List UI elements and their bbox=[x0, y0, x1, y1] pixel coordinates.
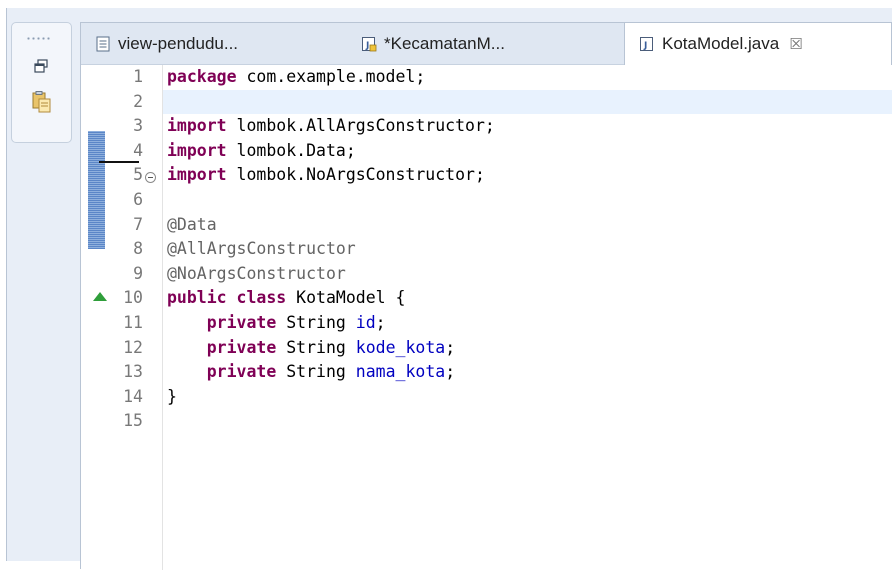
change-range-indicator bbox=[88, 131, 105, 249]
code-line[interactable]: import lombok.AllArgsConstructor; bbox=[163, 114, 892, 138]
line-number: 7 bbox=[133, 214, 143, 234]
drag-handle-icon[interactable] bbox=[26, 37, 52, 40]
code-line[interactable]: @AllArgsConstructor bbox=[163, 237, 892, 261]
code-token: lombok.AllArgsConstructor; bbox=[226, 116, 495, 136]
code-line[interactable]: private String nama_kota; bbox=[163, 360, 892, 384]
svg-text:J: J bbox=[365, 41, 369, 51]
line-number: 15 bbox=[123, 411, 143, 431]
code-token: lombok.Data; bbox=[226, 140, 356, 160]
keyword-token: public bbox=[167, 288, 227, 308]
code-line[interactable]: @Data bbox=[163, 213, 892, 237]
keyword-token: private bbox=[206, 313, 277, 332]
annotation-token: @NoArgsConstructor bbox=[167, 263, 346, 283]
code-line[interactable] bbox=[163, 89, 892, 114]
editor-ruler: 1 2 3 4 5 6 7 8 9 10 11 12 13 14 15 bbox=[81, 65, 163, 570]
code-line[interactable]: private String id; bbox=[163, 311, 892, 335]
field-token: id bbox=[355, 313, 376, 332]
code-token: ; bbox=[375, 313, 386, 332]
field-token: nama_kota bbox=[355, 362, 446, 382]
line-number: 13 bbox=[123, 362, 143, 382]
annotation-token: @AllArgsConstructor bbox=[167, 239, 356, 259]
code-line[interactable]: private String kode_kota; bbox=[163, 336, 892, 360]
keyword-token: import bbox=[167, 140, 227, 160]
code-token: com.example.model; bbox=[236, 67, 426, 86]
code-token: KotaModel { bbox=[286, 288, 406, 308]
line-number: 6 bbox=[133, 190, 143, 209]
line-number: 12 bbox=[123, 337, 143, 357]
keyword-token: import bbox=[167, 116, 227, 136]
line-number: 10 bbox=[123, 288, 143, 308]
tab-kota-model[interactable]: J KotaModel.java ☒ bbox=[624, 23, 892, 65]
code-line[interactable]: import lombok.NoArgsConstructor; bbox=[163, 163, 892, 187]
package-explorer-icon[interactable] bbox=[32, 91, 52, 113]
code-line[interactable]: @NoArgsConstructor bbox=[163, 262, 892, 286]
code-token: String bbox=[276, 337, 356, 357]
tab-label: view-pendudu... bbox=[118, 33, 239, 53]
minimized-view-stack bbox=[11, 22, 72, 143]
workbench-frame: view-pendudu... J *KecamatanM... J KotaM… bbox=[7, 8, 892, 570]
close-icon[interactable]: ☒ bbox=[789, 35, 802, 53]
code-line[interactable]: package com.example.model; bbox=[163, 65, 892, 89]
code-token: lombok.NoArgsConstructor; bbox=[226, 165, 485, 185]
code-line[interactable]: } bbox=[163, 385, 892, 409]
window-top-strip bbox=[0, 0, 892, 8]
editor-tab-bar: view-pendudu... J *KecamatanM... J KotaM… bbox=[81, 23, 892, 65]
java-editor[interactable]: view-pendudu... J *KecamatanM... J KotaM… bbox=[80, 22, 892, 570]
fold-collapse-icon[interactable] bbox=[145, 172, 156, 183]
code-line[interactable] bbox=[163, 188, 892, 212]
code-line[interactable]: public class KotaModel { bbox=[163, 286, 892, 310]
keyword-token: private bbox=[206, 337, 277, 357]
keyword-token: private bbox=[206, 362, 277, 382]
override-indicator-icon bbox=[93, 292, 107, 301]
keyword-token: package bbox=[167, 67, 237, 86]
line-number: 9 bbox=[133, 263, 143, 283]
line-number: 2 bbox=[133, 91, 143, 111]
tab-label: KotaModel.java bbox=[662, 34, 780, 53]
svg-text:J: J bbox=[643, 41, 647, 51]
restore-icon[interactable] bbox=[34, 59, 48, 73]
line-number: 4 bbox=[133, 140, 143, 160]
code-line[interactable]: import lombok.Data; bbox=[163, 139, 892, 163]
code-token: String bbox=[276, 313, 356, 332]
code-line[interactable] bbox=[163, 409, 892, 433]
tab-kecamatan-model[interactable]: J *KecamatanM... bbox=[361, 23, 505, 64]
annotation-token: @Data bbox=[167, 214, 217, 234]
code-token: String bbox=[276, 362, 356, 382]
code-text-area[interactable]: package com.example.model; import lombok.… bbox=[163, 65, 892, 570]
java-file-icon: J bbox=[361, 36, 377, 52]
code-token: } bbox=[167, 386, 177, 406]
keyword-token: import bbox=[167, 165, 227, 185]
html-file-icon bbox=[95, 36, 111, 52]
code-token: ; bbox=[445, 362, 456, 382]
java-file-icon: J bbox=[639, 36, 655, 52]
line-number: 1 bbox=[133, 67, 143, 86]
keyword-token: class bbox=[236, 288, 287, 308]
tab-view-penduduk[interactable]: view-pendudu... bbox=[95, 23, 238, 64]
line-number: 5 bbox=[133, 165, 143, 185]
line-number: 11 bbox=[123, 313, 143, 332]
window-left-border bbox=[0, 8, 7, 561]
line-number: 3 bbox=[133, 116, 143, 136]
line-number: 14 bbox=[123, 386, 143, 406]
tab-label: *KecamatanM... bbox=[384, 33, 505, 53]
line-number: 8 bbox=[133, 239, 143, 259]
field-token: kode_kota bbox=[355, 337, 446, 357]
code-token: ; bbox=[445, 337, 456, 357]
